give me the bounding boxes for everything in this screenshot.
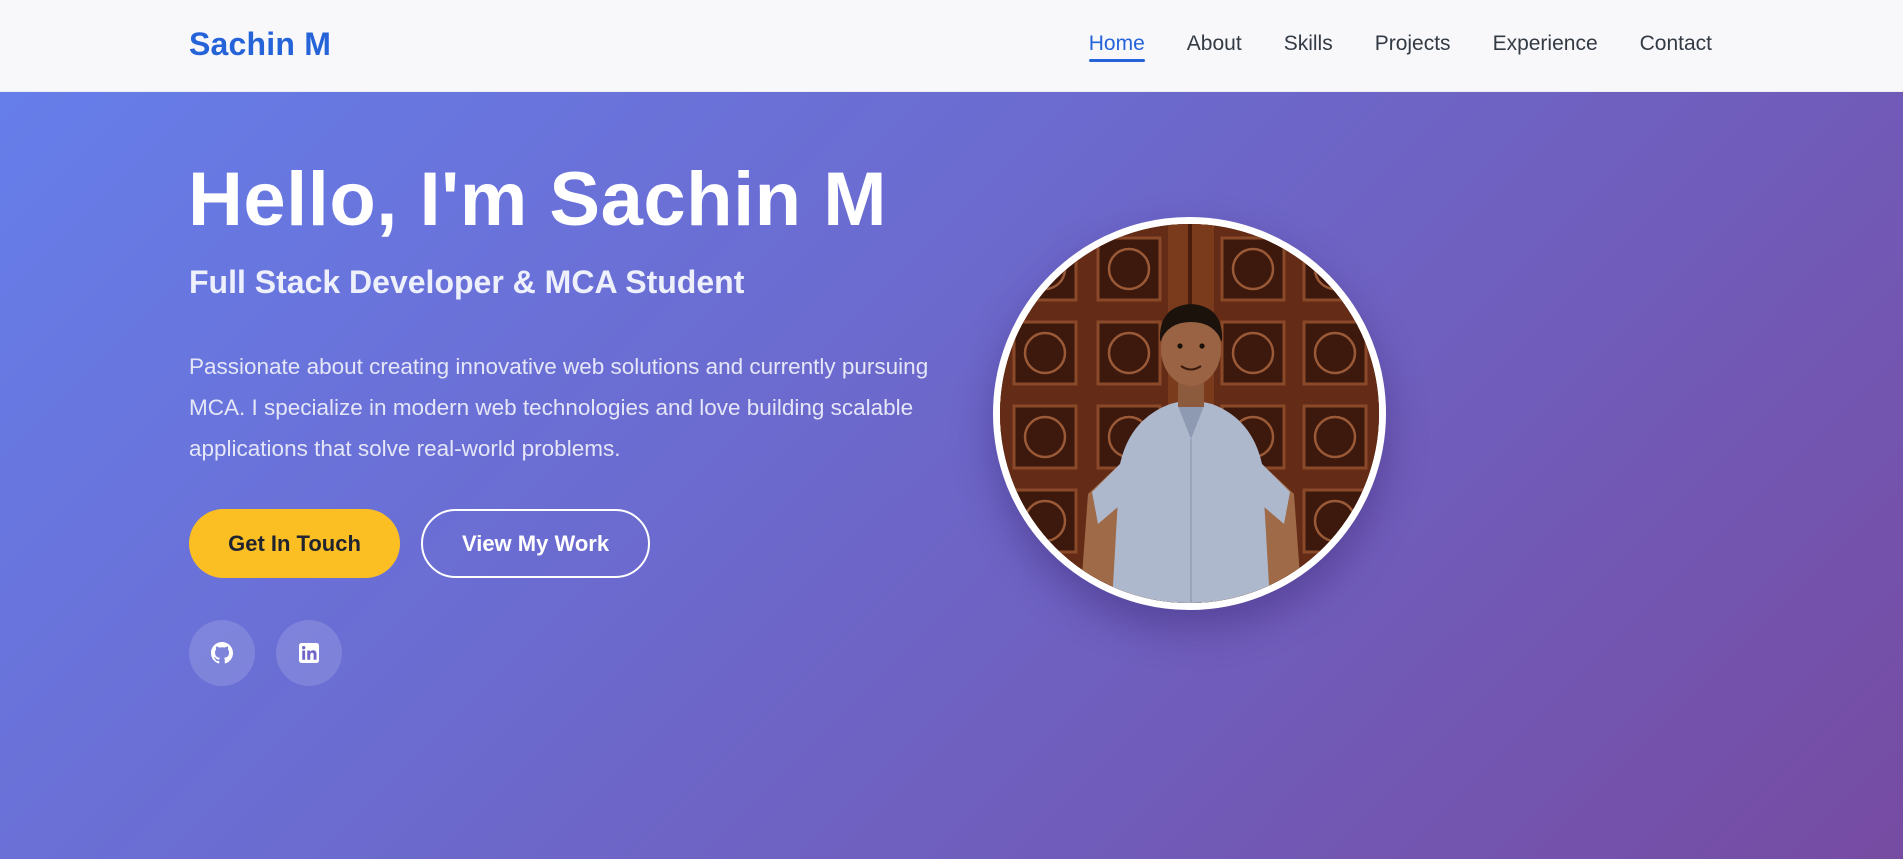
hero-subtitle: Full Stack Developer & MCA Student [189,264,745,300]
nav-link-projects[interactable]: Projects [1375,32,1451,62]
nav-link-contact[interactable]: Contact [1640,32,1712,62]
hero-section: Hello, I'm Sachin M Full Stack Developer… [0,92,1903,859]
nav-link-home[interactable]: Home [1088,32,1145,62]
get-in-touch-button[interactable]: Get In Touch [189,509,400,578]
navbar: Sachin M Home About Skills Projects Expe… [0,0,1903,92]
nav-link-experience[interactable]: Experience [1493,32,1598,62]
hero-title: Hello, I'm Sachin M [188,157,888,242]
nav-menu: Home About Skills Projects Experience Co… [1088,32,1712,62]
linkedin-link[interactable] [276,620,342,686]
brand-logo[interactable]: Sachin M [189,26,331,63]
nav-link-skills[interactable]: Skills [1284,32,1333,62]
hero-description: Passionate about creating innovative web… [189,354,929,461]
nav-link-about[interactable]: About [1187,32,1242,62]
view-my-work-button[interactable]: View My Work [421,509,650,578]
profile-photo [993,217,1386,610]
linkedin-icon [299,643,319,663]
github-icon [211,642,233,664]
github-link[interactable] [189,620,255,686]
